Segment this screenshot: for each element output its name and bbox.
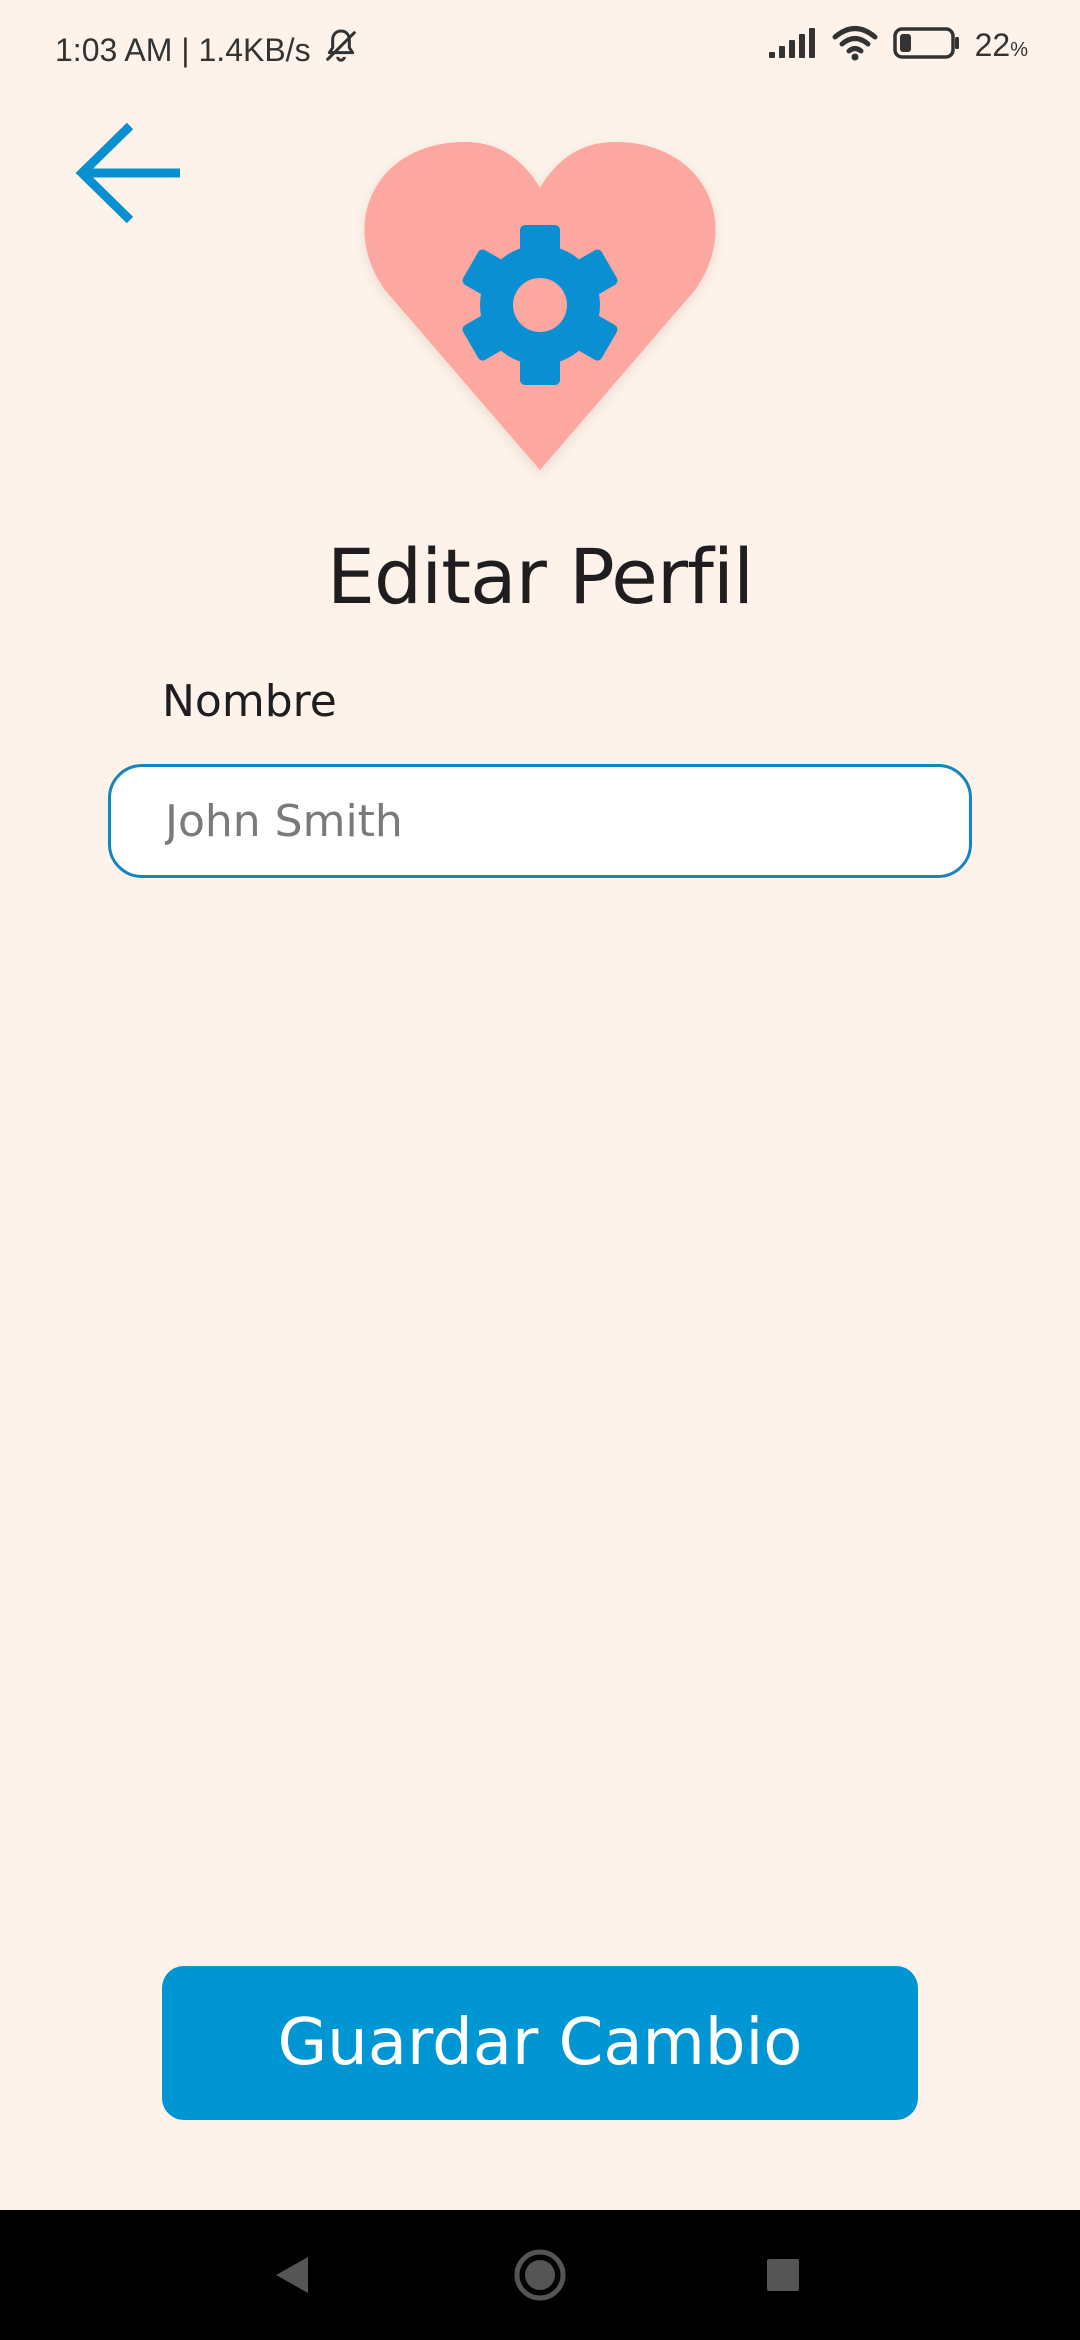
heart-gear-icon xyxy=(355,130,725,480)
navigation-bar xyxy=(0,2210,1080,2340)
status-time-speed: 1:03 AM | 1.4KB/s xyxy=(55,31,311,68)
triangle-back-icon xyxy=(276,2257,308,2293)
nav-back-button[interactable] xyxy=(232,2210,352,2340)
wifi-icon xyxy=(831,24,879,67)
cellular-signal-icon xyxy=(767,26,817,65)
battery-percent-value: 22 xyxy=(974,27,1011,63)
back-button[interactable] xyxy=(74,118,184,228)
square-recents-icon xyxy=(767,2259,799,2291)
status-right: 22% xyxy=(767,24,1028,67)
nav-home-button[interactable] xyxy=(480,2210,600,2340)
battery-percent: 22% xyxy=(975,27,1028,64)
bell-muted-icon xyxy=(321,26,361,74)
nav-recents-button[interactable] xyxy=(723,2210,843,2340)
name-label: Nombre xyxy=(162,676,337,727)
status-bar: 1:03 AM | 1.4KB/s 22% xyxy=(0,0,1080,96)
status-left: 1:03 AM | 1.4KB/s xyxy=(55,26,361,74)
circle-home-icon xyxy=(514,2249,566,2301)
save-button[interactable]: Guardar Cambio xyxy=(162,1966,918,2120)
arrow-left-icon xyxy=(75,122,180,224)
name-field[interactable] xyxy=(108,764,972,878)
battery-percent-unit: % xyxy=(1010,39,1028,61)
page-title: Editar Perfil xyxy=(326,532,754,621)
battery-icon xyxy=(892,26,961,65)
